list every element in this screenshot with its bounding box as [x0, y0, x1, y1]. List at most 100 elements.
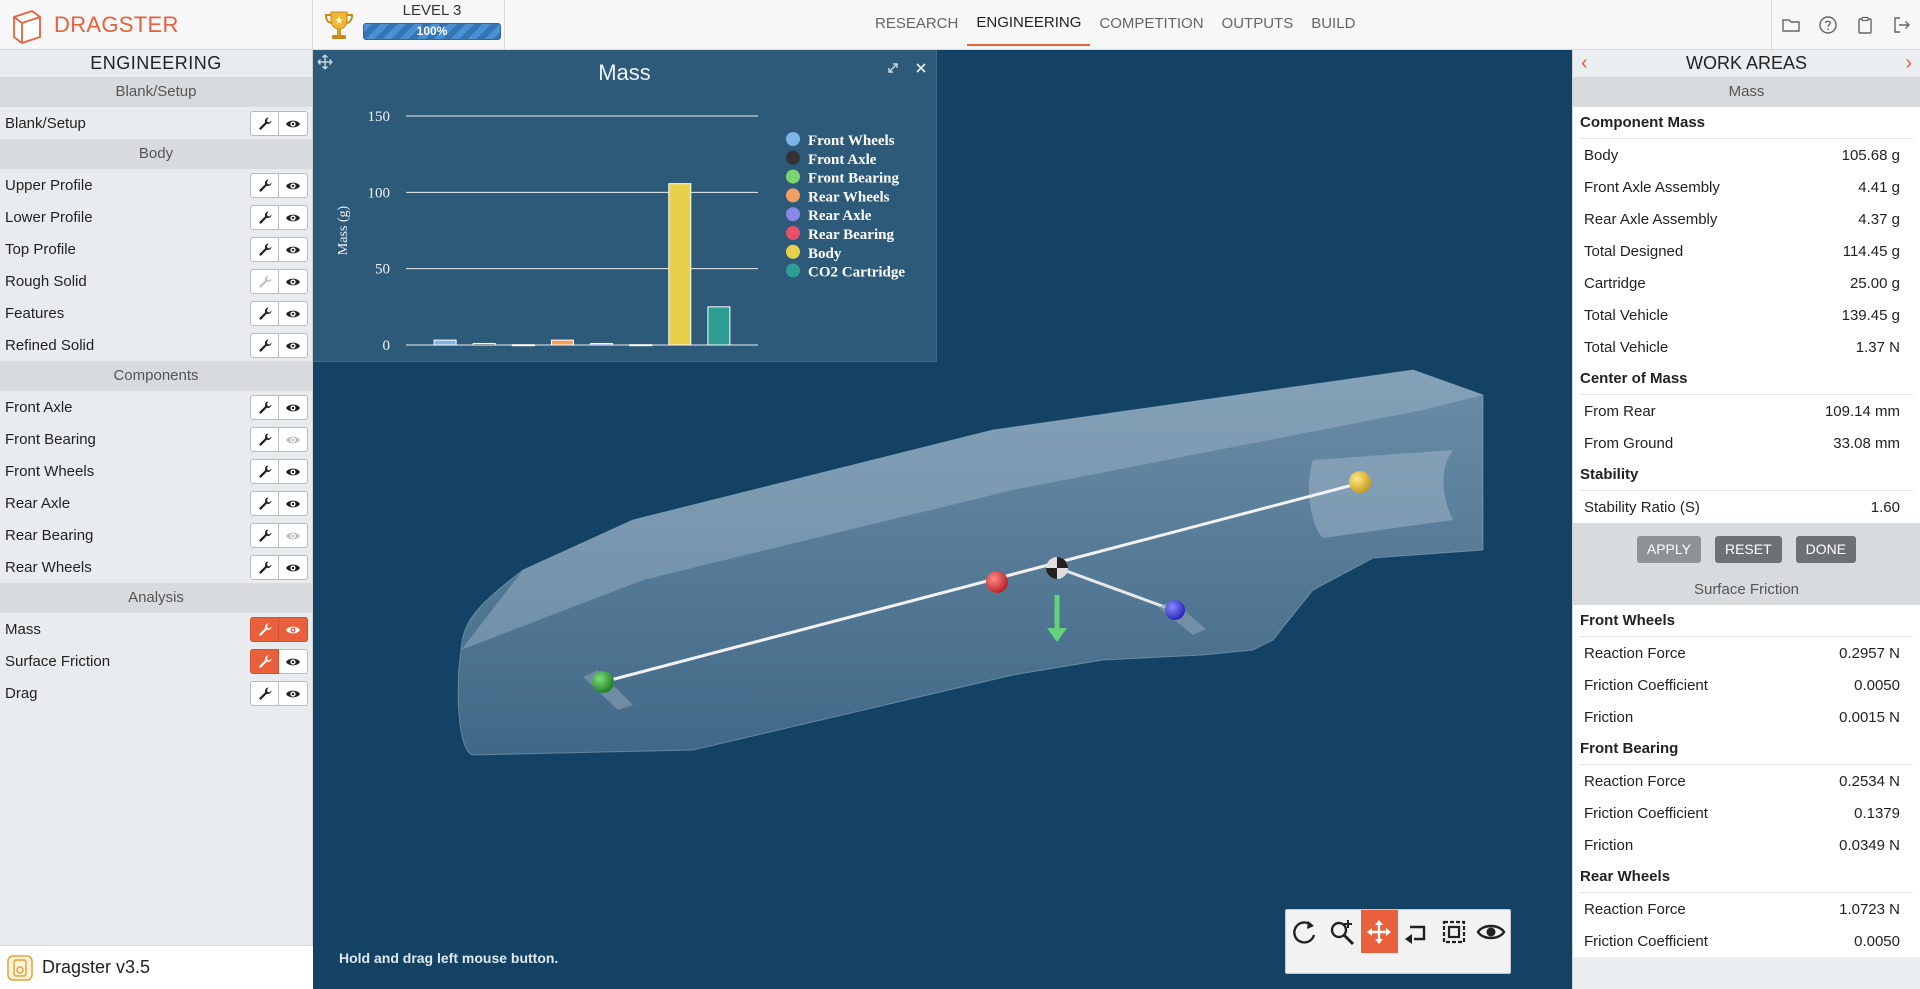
visibility-button[interactable]	[1473, 910, 1510, 953]
edit-button[interactable]	[250, 269, 279, 294]
item-front-wheels[interactable]: Front Wheels	[0, 455, 312, 487]
tab-outputs[interactable]: OUTPUTS	[1213, 0, 1303, 46]
y-tick-label: 100	[368, 185, 391, 201]
edit-button[interactable]	[250, 491, 279, 516]
edit-button[interactable]	[250, 205, 279, 230]
item-surface-friction[interactable]: Surface Friction	[0, 645, 312, 677]
detail-label: Reaction Force	[1584, 772, 1686, 790]
level-indicator: LEVEL 3 100%	[313, 0, 505, 50]
apply-button[interactable]: APPLY	[1636, 535, 1701, 563]
3d-viewport[interactable]: 0 50 100 150 Mass (g) Front Wheels Front Axle F…	[313, 50, 1572, 989]
edit-button[interactable]	[250, 555, 279, 580]
edit-button[interactable]	[250, 523, 279, 548]
detail-row: Reaction Force 0.2534 N	[1573, 765, 1920, 797]
reset-view-button[interactable]	[1398, 910, 1435, 953]
item-upper-profile[interactable]: Upper Profile	[0, 169, 312, 201]
item-top-profile[interactable]: Top Profile	[0, 233, 312, 265]
item-controls	[250, 491, 308, 516]
visibility-toggle[interactable]	[279, 173, 308, 198]
edit-button[interactable]	[250, 617, 279, 642]
edit-button[interactable]	[250, 237, 279, 262]
reset-button[interactable]: RESET	[1714, 535, 1782, 563]
visibility-toggle[interactable]	[279, 111, 308, 136]
tab-research[interactable]: RESEARCH	[866, 0, 967, 46]
visibility-toggle[interactable]	[279, 301, 308, 326]
front-wheel-marker[interactable]	[592, 671, 614, 693]
visibility-toggle[interactable]	[279, 617, 308, 642]
legend-label: Body	[808, 246, 842, 262]
bar-front-bearing[interactable]	[511, 344, 535, 347]
zoom-button[interactable]	[1323, 910, 1360, 953]
item-lower-profile[interactable]: Lower Profile	[0, 201, 312, 233]
visibility-toggle[interactable]	[279, 491, 308, 516]
edit-button[interactable]	[250, 333, 279, 358]
visibility-toggle[interactable]	[279, 523, 308, 548]
bar-co2-cartridge[interactable]	[707, 306, 731, 346]
item-rear-bearing[interactable]: Rear Bearing	[0, 519, 312, 551]
bar-body[interactable]	[668, 183, 692, 346]
done-button[interactable]: DONE	[1795, 535, 1857, 563]
item-drag[interactable]: Drag	[0, 677, 312, 709]
visibility-toggle[interactable]	[279, 427, 308, 452]
visibility-toggle[interactable]	[279, 205, 308, 230]
next-arrow-icon[interactable]: ›	[1905, 50, 1912, 77]
center-of-mass-marker[interactable]	[1046, 557, 1068, 579]
eye-icon	[286, 690, 300, 697]
pan-button[interactable]	[1360, 910, 1398, 953]
item-front-bearing[interactable]: Front Bearing	[0, 423, 312, 455]
visibility-toggle[interactable]	[279, 681, 308, 706]
y-tick-label: 0	[383, 338, 391, 354]
clipboard-icon	[1857, 16, 1872, 34]
item-rough-solid[interactable]: Rough Solid	[0, 265, 312, 297]
visibility-toggle[interactable]	[279, 555, 308, 580]
bar-front-axle[interactable]	[472, 342, 496, 346]
item-front-axle[interactable]: Front Axle	[0, 391, 312, 423]
visibility-toggle[interactable]	[279, 269, 308, 294]
item-mass[interactable]: Mass	[0, 613, 312, 645]
item-blank-setup[interactable]: Blank/Setup	[0, 107, 312, 139]
detail-label: From Rear	[1584, 402, 1656, 420]
edit-button[interactable]	[250, 427, 279, 452]
visibility-toggle[interactable]	[279, 333, 308, 358]
edit-button[interactable]	[250, 459, 279, 484]
edit-button[interactable]	[250, 173, 279, 198]
tab-engineering[interactable]: ENGINEERING	[967, 0, 1091, 46]
help-button[interactable]	[1809, 0, 1846, 50]
edit-button[interactable]	[250, 111, 279, 136]
item-features[interactable]: Features	[0, 297, 312, 329]
bar-rear-wheels[interactable]	[550, 339, 574, 346]
visibility-toggle[interactable]	[279, 237, 308, 262]
bar-front-wheels[interactable]	[433, 339, 457, 346]
body-mass-marker[interactable]	[1349, 471, 1371, 493]
visibility-toggle[interactable]	[279, 649, 308, 674]
detail-row: Friction 0.0349 N	[1573, 829, 1920, 861]
fit-view-button[interactable]	[1435, 910, 1472, 953]
y-tick-label: 50	[375, 262, 390, 278]
edit-button[interactable]	[250, 681, 279, 706]
edit-button[interactable]	[250, 301, 279, 326]
bar-rear-axle[interactable]	[590, 342, 614, 346]
clipboard-button[interactable]	[1846, 0, 1883, 50]
rotate-button[interactable]	[1286, 910, 1323, 953]
mass-chart: 0 50 100 150 Mass (g) Front Wheels Front Axle F…	[317, 54, 926, 354]
tab-competition[interactable]: COMPETITION	[1090, 0, 1212, 46]
rear-axle-marker[interactable]	[1165, 600, 1185, 620]
group-title: Front Bearing	[1580, 733, 1913, 765]
item-refined-solid[interactable]: Refined Solid	[0, 329, 312, 361]
prev-arrow-icon[interactable]: ‹	[1581, 50, 1588, 77]
tab-build[interactable]: BUILD	[1302, 0, 1364, 46]
mass-chart-window[interactable]: 0 50 100 150 Mass (g) Front Wheels Front Axle F…	[313, 50, 937, 362]
edit-button[interactable]	[250, 649, 279, 674]
item-rear-wheels[interactable]: Rear Wheels	[0, 551, 312, 583]
detail-row: Total Designed 114.45 g	[1573, 235, 1920, 267]
edit-button[interactable]	[250, 395, 279, 420]
folder-button[interactable]	[1772, 0, 1809, 50]
visibility-toggle[interactable]	[279, 459, 308, 484]
detail-label: Total Vehicle	[1584, 338, 1669, 356]
bar-rear-bearing[interactable]	[629, 344, 653, 347]
version-footer: Dragster v3.5	[0, 945, 313, 989]
logout-button[interactable]	[1883, 0, 1920, 50]
item-rear-axle[interactable]: Rear Axle	[0, 487, 312, 519]
rear-bearing-marker[interactable]	[986, 571, 1008, 593]
visibility-toggle[interactable]	[279, 395, 308, 420]
